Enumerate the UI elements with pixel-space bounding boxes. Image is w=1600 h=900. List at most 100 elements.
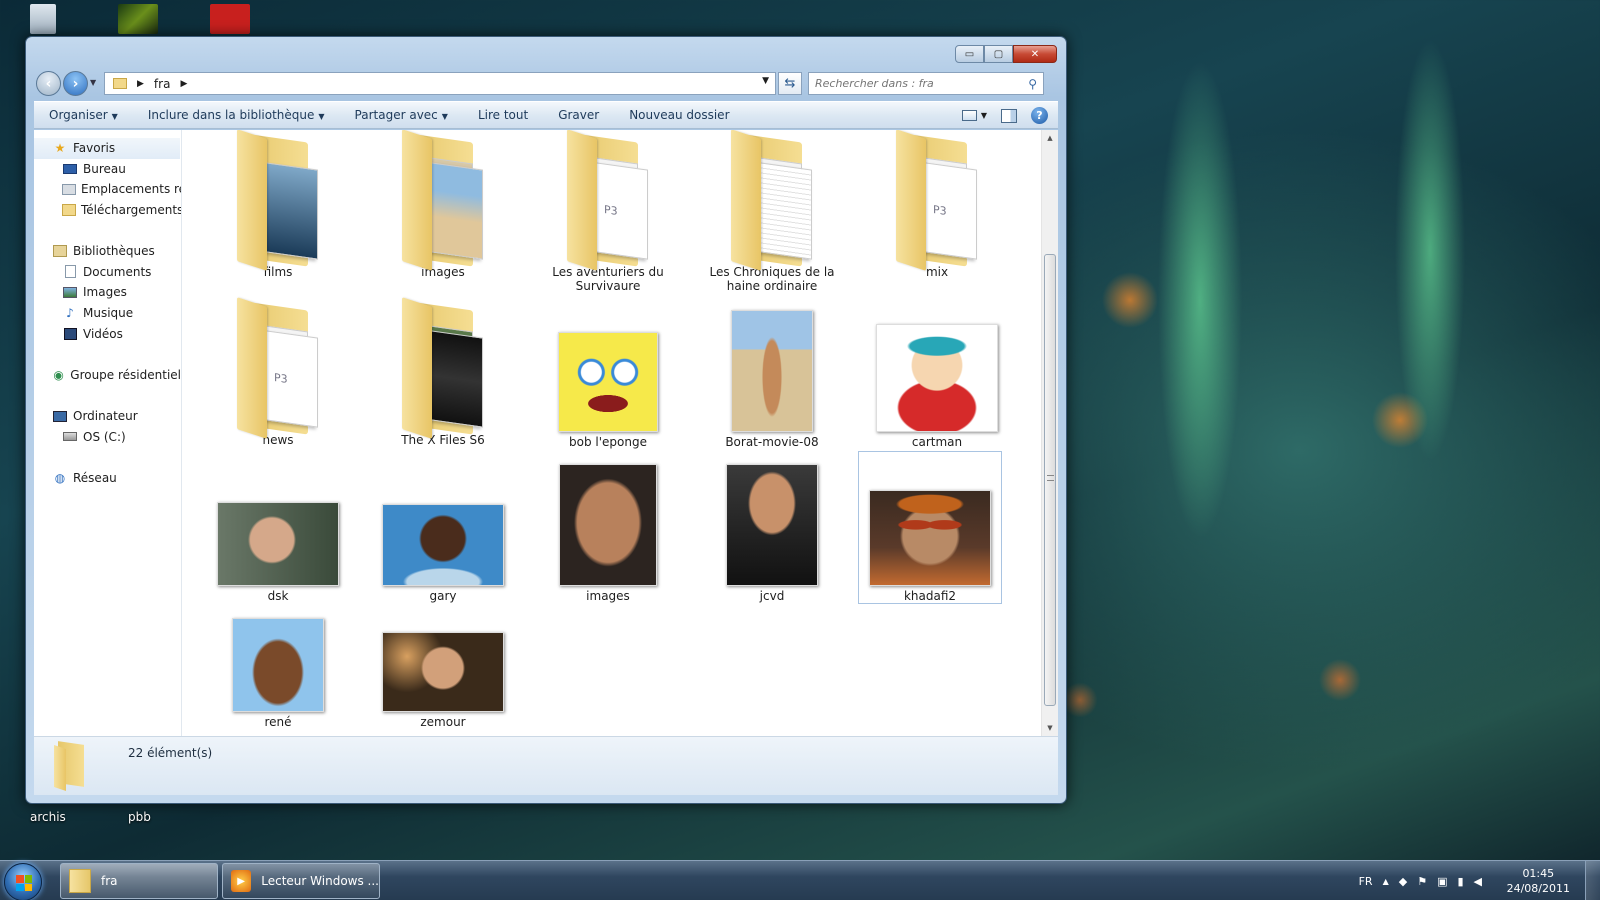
item-label: jcvd bbox=[759, 589, 785, 603]
image-item-rene[interactable]: rené bbox=[213, 582, 343, 729]
preview-pane-icon[interactable] bbox=[1001, 108, 1017, 123]
rene-thumbnail bbox=[232, 582, 324, 712]
folder-item-films[interactable]: films bbox=[213, 130, 343, 279]
game-icon bbox=[118, 4, 158, 34]
view-options-dropdown[interactable]: ▼ bbox=[981, 111, 987, 120]
image-item-images[interactable]: images bbox=[543, 456, 673, 603]
burn-button[interactable]: Graver bbox=[543, 108, 614, 122]
image-item-zemour[interactable]: zemour bbox=[378, 582, 508, 729]
action-center-flag-icon[interactable]: ⚑ bbox=[1417, 875, 1427, 888]
show-desktop-button[interactable] bbox=[1585, 861, 1600, 900]
item-label: The X Files S6 bbox=[401, 433, 485, 447]
scroll-thumb[interactable] bbox=[1044, 254, 1056, 706]
show-hidden-icons-icon[interactable]: ▲ bbox=[1383, 877, 1389, 886]
folder-icon bbox=[69, 869, 91, 893]
dsk-thumbnail bbox=[217, 456, 339, 586]
start-button[interactable] bbox=[4, 863, 42, 900]
search-icon[interactable]: ⚲ bbox=[1028, 77, 1037, 91]
breadcrumb-fra[interactable]: fra bbox=[154, 77, 171, 91]
folder-item-x-files[interactable]: The X Files S6 bbox=[378, 297, 508, 447]
documents-icon bbox=[62, 265, 78, 279]
file-list: films images P3 Les aventuriers du Survi… bbox=[183, 130, 1040, 736]
item-count: 22 élément(s) bbox=[128, 746, 213, 760]
sidebar-item-images[interactable]: Images bbox=[34, 282, 181, 303]
volume-icon[interactable]: ◀ bbox=[1474, 875, 1482, 888]
folder-item-aventuriers[interactable]: P3 Les aventuriers du Survivaure bbox=[543, 130, 673, 293]
address-dropdown-icon[interactable]: ▼ bbox=[762, 76, 769, 86]
taskbar-explorer-button[interactable]: fra bbox=[60, 863, 218, 899]
maximize-button[interactable]: ▢ bbox=[984, 45, 1013, 63]
clock-time: 01:45 bbox=[1522, 867, 1555, 880]
language-indicator[interactable]: FR bbox=[1359, 875, 1373, 888]
network-signal-icon[interactable]: ▮ bbox=[1457, 875, 1463, 888]
desktop-game-shortcut[interactable] bbox=[118, 4, 158, 34]
recent-pages-dropdown[interactable]: ▼ bbox=[90, 78, 96, 87]
back-button[interactable]: ‹ bbox=[36, 71, 61, 96]
desktop-icon-pbb[interactable]: pbb bbox=[128, 810, 151, 824]
arrow-left-icon: ‹ bbox=[45, 75, 52, 92]
vertical-scrollbar[interactable]: ▲ ▼ bbox=[1041, 130, 1058, 736]
folder-item-mix[interactable]: P3 mix bbox=[872, 130, 1002, 279]
clock[interactable]: 01:45 24/08/2011 bbox=[1507, 866, 1570, 896]
sidebar-item-downloads[interactable]: Téléchargements bbox=[34, 200, 181, 221]
image-item-gary[interactable]: gary bbox=[378, 456, 508, 603]
jcvd-thumbnail bbox=[726, 456, 818, 586]
image-item-borat[interactable]: Borat-movie-08 bbox=[707, 302, 837, 449]
image-item-dsk[interactable]: dsk bbox=[213, 456, 343, 603]
sidebar-item-computer[interactable]: Ordinateur bbox=[34, 406, 181, 427]
chevron-down-icon: ▼ bbox=[318, 112, 325, 121]
power-icon[interactable]: ▣ bbox=[1437, 875, 1447, 888]
item-label: images bbox=[586, 589, 630, 603]
forward-button[interactable]: › bbox=[63, 71, 88, 96]
search-box[interactable]: ⚲ bbox=[808, 72, 1044, 95]
sidebar-item-os-drive[interactable]: OS (C:) bbox=[34, 426, 181, 447]
search-input[interactable] bbox=[815, 77, 1015, 90]
desktop-meatboy-shortcut[interactable] bbox=[210, 4, 250, 34]
explorer-window: ▭ ▢ ✕ ‹ › ▼ ▶ fra ▶ ▼ ⇆ ⚲ Organiser▼ Inc… bbox=[25, 36, 1067, 804]
sidebar-item-network[interactable]: ◍ Réseau bbox=[34, 468, 181, 489]
sidebar-item-videos[interactable]: Vidéos bbox=[34, 323, 181, 344]
image-item-bob[interactable]: bob l'eponge bbox=[543, 302, 673, 449]
sidebar-item-libraries[interactable]: Bibliothèques bbox=[34, 241, 181, 262]
refresh-button[interactable]: ⇆ bbox=[778, 72, 802, 95]
address-bar[interactable]: ▶ fra ▶ ▼ bbox=[104, 72, 776, 95]
new-folder-button[interactable]: Nouveau dossier bbox=[614, 108, 744, 122]
folder-item-chroniques[interactable]: Les Chroniques de la haine ordinaire bbox=[707, 130, 837, 293]
sidebar-item-favorites[interactable]: ★ Favoris bbox=[34, 138, 180, 159]
refresh-icon: ⇆ bbox=[784, 76, 796, 91]
folder-item-news[interactable]: P3 news bbox=[213, 297, 343, 447]
share-with-button[interactable]: Partager avec ▼ bbox=[340, 108, 463, 122]
sidebar-item-music[interactable]: ♪ Musique bbox=[34, 303, 181, 324]
tray-app-icon[interactable]: ◆ bbox=[1399, 875, 1407, 888]
desktop-icon-archis[interactable]: archis bbox=[30, 810, 66, 824]
scroll-up-icon[interactable]: ▲ bbox=[1042, 130, 1058, 146]
sidebar-item-homegroup[interactable]: ◉ Groupe résidentiel bbox=[34, 365, 181, 386]
include-library-button[interactable]: Inclure dans la bibliothèque ▼ bbox=[133, 108, 340, 122]
item-label: cartman bbox=[911, 435, 963, 449]
image-item-khadafi2[interactable]: khadafi2 bbox=[858, 451, 1002, 604]
image-item-jcvd[interactable]: jcvd bbox=[707, 456, 837, 603]
sidebar-item-desktop[interactable]: Bureau bbox=[34, 159, 181, 180]
scroll-down-icon[interactable]: ▼ bbox=[1042, 720, 1058, 736]
play-all-button[interactable]: Lire tout bbox=[463, 108, 543, 122]
desktop-icon-label: archis bbox=[30, 810, 66, 824]
sidebar-item-label: Vidéos bbox=[83, 326, 123, 341]
change-view-icon[interactable] bbox=[961, 110, 977, 121]
close-button[interactable]: ✕ bbox=[1013, 45, 1057, 63]
item-label: films bbox=[263, 265, 293, 279]
desktop-recycle-bin[interactable] bbox=[30, 4, 56, 34]
minimize-button[interactable]: ▭ bbox=[955, 45, 984, 63]
taskbar-media-player-button[interactable]: ▶ Lecteur Windows ... bbox=[222, 863, 380, 899]
sidebar-item-documents[interactable]: Documents bbox=[34, 262, 181, 283]
organize-button[interactable]: Organiser ▼ bbox=[34, 108, 133, 122]
borat-beach-thumbnail bbox=[731, 302, 813, 432]
image-item-cartman[interactable]: cartman bbox=[872, 302, 1002, 449]
sidebar-item-label: Musique bbox=[83, 306, 134, 321]
help-icon[interactable]: ? bbox=[1031, 107, 1048, 124]
sidebar-item-recent-places[interactable]: Emplacements réc bbox=[34, 179, 181, 200]
folder-item-images[interactable]: images bbox=[378, 130, 508, 279]
caption-buttons: ▭ ▢ ✕ bbox=[955, 45, 1057, 63]
mp3-badge: P3 bbox=[604, 203, 618, 218]
